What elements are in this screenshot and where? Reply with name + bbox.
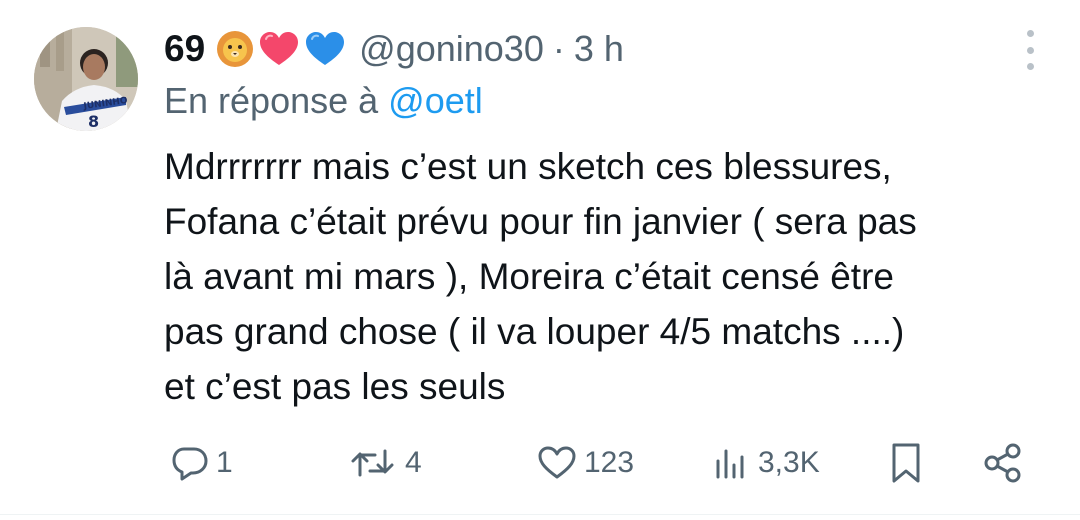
like-count: 123	[584, 446, 635, 479]
tweet-text: Mdrrrrrrr mais c’est un sketch ces bless…	[164, 139, 1044, 414]
retweet-button[interactable]: 4	[349, 438, 422, 488]
svg-text:8: 8	[88, 112, 99, 131]
reply-button[interactable]: 1	[170, 438, 233, 488]
timestamp[interactable]: 3 h	[574, 28, 624, 70]
bottom-divider	[0, 514, 1080, 515]
lion-face-icon	[217, 31, 254, 67]
heart-icon	[538, 446, 576, 479]
views-count: 3,3K	[758, 446, 820, 479]
bookmark-button[interactable]	[886, 438, 926, 488]
more-options-button[interactable]	[1020, 30, 1040, 70]
reply-context: En réponse à @oetl	[164, 80, 483, 122]
views-chart-icon	[716, 449, 744, 479]
views-button[interactable]: 3,3K	[712, 438, 820, 488]
like-button[interactable]: 123	[536, 438, 634, 488]
author-handle[interactable]: @gonino30	[359, 28, 544, 70]
avatar-photo: JUNINHO 8	[34, 27, 138, 131]
more-dot-icon	[1026, 46, 1034, 54]
action-bar: 1 4 123 3,3K	[164, 438, 1040, 488]
reply-to-handle-link[interactable]: @oetl	[388, 80, 483, 121]
tweet-header: 69 @gonino30 · 3 h	[164, 22, 624, 76]
reply-bubble-icon	[172, 447, 208, 481]
reply-count: 1	[216, 446, 233, 479]
tweet[interactable]: JUNINHO 8 69 @gonino30 · 3 h En réponse …	[0, 0, 1080, 520]
pink-heart-icon	[260, 32, 299, 65]
retweet-icon	[351, 449, 394, 477]
tweet-text-line: et c’est pas les seuls	[164, 366, 506, 407]
tweet-text-line: Mdrrrrrrr mais c’est un sketch ces bless…	[164, 146, 892, 187]
more-dot-icon	[1026, 30, 1034, 37]
reply-prefix: En réponse à	[164, 80, 389, 121]
more-dot-icon	[1026, 63, 1034, 70]
tweet-text-line: Fofana c’était prévu pour fin janvier ( …	[164, 201, 917, 242]
separator-dot: ·	[552, 28, 565, 69]
name-emojis	[215, 29, 347, 69]
blue-heart-icon	[306, 32, 345, 65]
tweet-text-line: pas grand chose ( il va louper 4/5 match…	[164, 311, 905, 352]
bookmark-icon	[892, 443, 920, 483]
display-name[interactable]: 69	[164, 28, 205, 70]
avatar[interactable]: JUNINHO 8	[34, 27, 138, 131]
share-button[interactable]	[982, 438, 1024, 488]
tweet-text-line: là avant mi mars ), Moreira c’était cens…	[164, 256, 894, 297]
share-icon	[984, 443, 1021, 483]
retweet-count: 4	[405, 446, 422, 479]
